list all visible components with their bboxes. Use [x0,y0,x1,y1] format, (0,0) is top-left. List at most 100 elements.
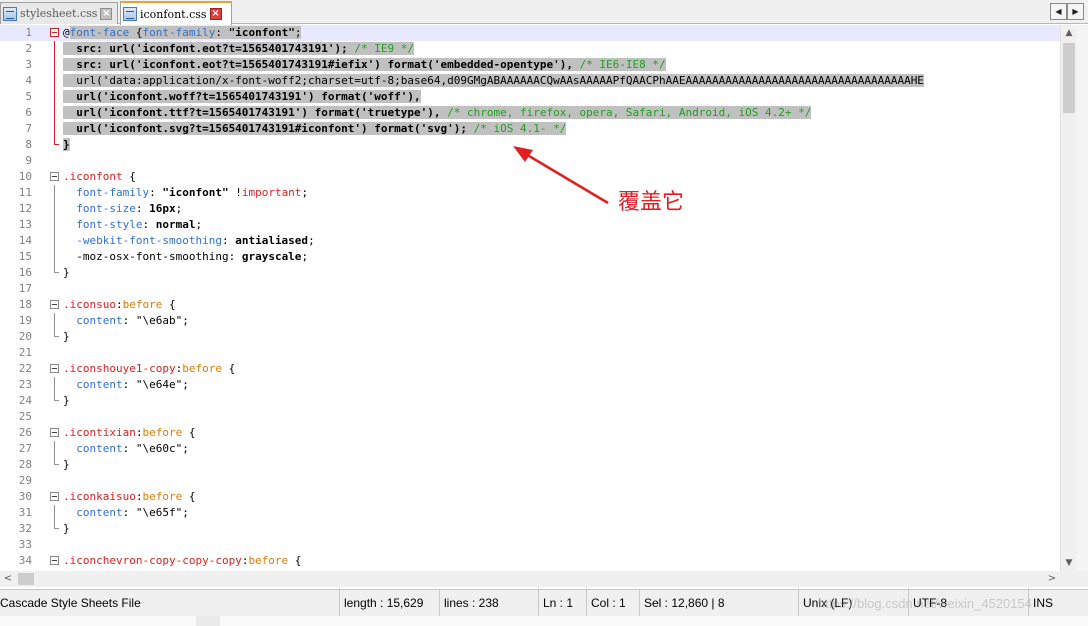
line-number: 13 [18,218,32,231]
code-line[interactable]: 20} [0,329,1076,345]
code-line[interactable]: 5 url('iconfont.woff?t=1565401743191') f… [0,89,1076,105]
code-line[interactable]: 8} [0,137,1076,153]
code-text: @font-face {font-family: "iconfont"; [63,25,302,41]
scroll-right-icon[interactable]: ▶ [1067,3,1084,20]
code-token: { [288,554,302,567]
horizontal-scrollbar[interactable]: < > [0,571,1060,587]
fold-minus-icon[interactable] [50,169,61,185]
code-token: } [63,522,70,535]
code-line[interactable]: 4 url('data:application/x-font-woff2;cha… [0,73,1076,89]
code-token: grayscale [241,250,302,263]
line-number: 26 [18,426,32,439]
code-token: content [63,442,123,455]
vertical-scrollbar[interactable]: ▲ ▼ [1060,25,1076,571]
code-token: /* chrome, firefox, opera, Safari, Andro… [447,106,812,119]
fold-line [50,89,61,105]
code-line[interactable]: 34 .iconchevron-copy-copy-copy:before { [0,553,1076,569]
line-number: 18 [18,298,32,311]
code-text: content: "\e60c"; [63,441,189,457]
code-line[interactable]: 27 content: "\e60c"; [0,441,1076,457]
code-token: ; [294,26,302,39]
fold-minus-icon[interactable] [50,553,61,569]
scroll-left-icon[interactable]: ◀ [1050,3,1067,20]
fold-end-marker [50,521,61,537]
tab-stylesheet[interactable]: stylesheet.css × [0,2,118,24]
code-token: font-family [142,26,216,39]
code-token: font-family [63,186,150,199]
code-line[interactable]: 6 url('iconfont.ttf?t=1565401743191') fo… [0,105,1076,121]
vertical-scroll-thumb[interactable] [1063,43,1075,113]
code-line[interactable]: 17 [0,281,1076,297]
code-line[interactable]: 29 [0,473,1076,489]
fold-minus-icon[interactable] [50,25,61,41]
fold-line [50,217,61,233]
code-line[interactable]: 33 [0,537,1076,553]
horizontal-scroll-thumb[interactable] [18,573,34,585]
code-token: url('data:application/x-font-woff2;chars… [63,74,924,87]
code-line[interactable]: 22 .iconshouye1-copy:before { [0,361,1076,377]
code-text: } [63,393,70,409]
code-line[interactable]: 1 @font-face {font-family: "iconfont"; [0,25,1076,41]
fold-line [50,233,61,249]
fold-minus-icon[interactable] [50,425,61,441]
code-text: font-family: "iconfont" !important; [63,185,308,201]
code-line[interactable]: 30 .iconkaisuo:before { [0,489,1076,505]
code-line[interactable]: 3 src: url('iconfont.eot?t=1565401743191… [0,57,1076,73]
code-line[interactable]: 18 .iconsuo:before { [0,297,1076,313]
code-line[interactable]: 31 content: "\e65f"; [0,505,1076,521]
fold-line [50,313,61,329]
code-line[interactable]: 11 font-family: "iconfont" !important; [0,185,1076,201]
code-line[interactable]: 13 font-style: normal; [0,217,1076,233]
watermark: https://blog.csdn.net/weixin_4520154 [818,596,1032,611]
scroll-right-icon[interactable]: > [1044,571,1060,587]
code-editor[interactable]: 1 @font-face {font-family: "iconfont"; 2 s… [0,25,1076,571]
close-icon[interactable]: × [100,7,113,20]
code-token: .iconchevron-copy-copy-copy [63,554,242,567]
code-token: "iconfont" [162,186,229,199]
code-token: { [162,298,176,311]
code-line[interactable]: 10 .iconfont { [0,169,1076,185]
tab-label: stylesheet.css [20,7,98,20]
code-line[interactable]: 12 font-size: 16px; [0,201,1076,217]
code-line[interactable]: 21 [0,345,1076,361]
code-line[interactable]: 25 [0,409,1076,425]
status-length: length : 15,629 [340,590,440,617]
status-mode[interactable]: INS [1029,590,1088,617]
code-text: } [63,137,70,153]
code-text: url('iconfont.woff?t=1565401743191') for… [63,89,421,105]
scroll-down-icon[interactable]: ▼ [1061,555,1077,571]
code-line[interactable]: 26 .icontixian:before { [0,425,1076,441]
code-line[interactable]: 23 content: "\e64e"; [0,377,1076,393]
code-line[interactable]: 16} [0,265,1076,281]
tab-bar: stylesheet.css × iconfont.css × ◀ ▶ [0,0,1088,25]
fold-line [50,185,61,201]
code-token: : [115,298,123,311]
code-token: { [221,362,236,375]
code-token: "\e65f" [135,506,183,519]
fold-minus-icon[interactable] [50,361,61,377]
line-number: 5 [25,90,32,103]
code-token: : [149,186,163,199]
code-line[interactable]: 15 -moz-osx-font-smoothing: grayscale; [0,249,1076,265]
line-number: 27 [18,442,32,455]
code-line[interactable]: 19 content: "\e6ab"; [0,313,1076,329]
fold-minus-icon[interactable] [50,297,61,313]
scroll-left-icon[interactable]: < [0,571,16,587]
code-text: } [63,265,70,281]
scroll-corner [1060,571,1088,587]
scroll-up-icon[interactable]: ▲ [1061,25,1077,41]
code-token: src: url('iconfont.eot?t=1565401743191#i… [63,58,580,71]
tab-iconfont[interactable]: iconfont.css × [120,1,232,25]
fold-minus-icon[interactable] [50,489,61,505]
file-icon [123,7,137,21]
code-token: -webkit-font-smoothing [63,234,222,247]
code-line[interactable]: 24} [0,393,1076,409]
code-line[interactable]: 14 -webkit-font-smoothing: antialiased; [0,233,1076,249]
close-icon[interactable]: × [209,8,222,20]
line-number: 11 [18,186,32,199]
code-line[interactable]: 2 src: url('iconfont.eot?t=1565401743191… [0,41,1076,57]
code-line[interactable]: 9 [0,153,1076,169]
code-line[interactable]: 32} [0,521,1076,537]
code-line[interactable]: 28} [0,457,1076,473]
code-line[interactable]: 7 url('iconfont.svg?t=1565401743191#icon… [0,121,1076,137]
